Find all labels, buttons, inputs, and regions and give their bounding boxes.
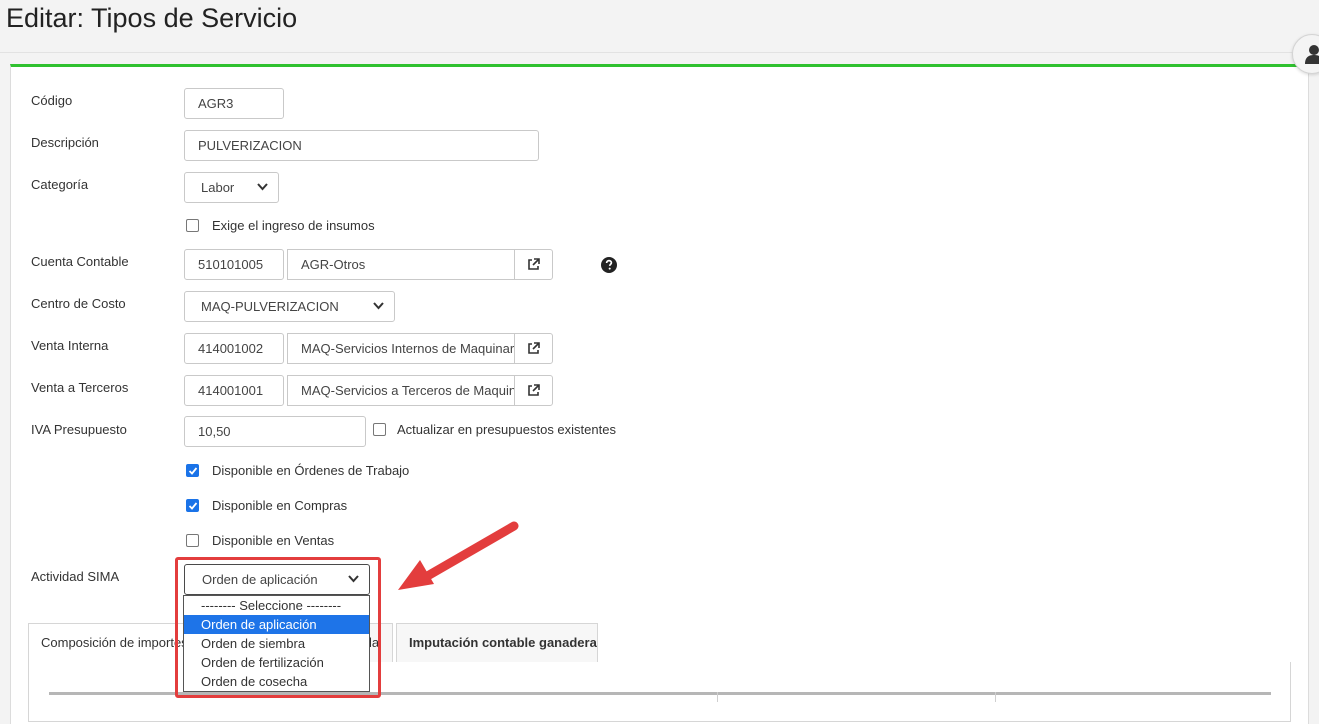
annotation-highlight-box: [175, 557, 381, 698]
cuenta-contable-open-button[interactable]: [514, 249, 553, 280]
checkbox-box[interactable]: [186, 534, 199, 547]
chevron-down-icon: [373, 302, 384, 310]
venta-terceros-code-input[interactable]: 414001001: [184, 375, 284, 406]
categoria-label: Categoría: [31, 177, 89, 192]
cuenta-contable-name-input[interactable]: AGR-Otros: [287, 249, 515, 280]
external-link-icon: [528, 258, 540, 270]
checkbox-box[interactable]: [186, 219, 199, 232]
cuenta-contable-code-input[interactable]: 510101005: [184, 249, 284, 280]
iva-presupuesto-label: IVA Presupuesto: [31, 422, 127, 437]
disponible-compras-label: Disponible en Compras: [212, 498, 348, 513]
centro-costo-select[interactable]: MAQ-PULVERIZACION: [184, 291, 395, 322]
disponible-ordenes-label: Disponible en Órdenes de Trabajo: [212, 463, 410, 478]
centro-costo-label: Centro de Costo: [31, 296, 126, 311]
venta-terceros-open-button[interactable]: [514, 375, 553, 406]
disponible-ventas-label: Disponible en Ventas: [212, 533, 335, 548]
descripcion-label: Descripción: [31, 135, 99, 150]
venta-interna-code-input[interactable]: 414001002: [184, 333, 284, 364]
page-title: Editar: Tipos de Servicio: [6, 3, 298, 33]
venta-interna-label: Venta Interna: [31, 338, 109, 353]
header-divider: [0, 52, 1319, 53]
actualizar-presupuestos-label: Actualizar en presupuestos existentes: [397, 422, 616, 437]
checkbox-box[interactable]: [186, 464, 199, 477]
table-column-divider: [995, 692, 996, 702]
centro-costo-value: MAQ-PULVERIZACION: [201, 299, 339, 314]
actividad-sima-label: Actividad SIMA: [31, 569, 120, 584]
venta-terceros-label: Venta a Terceros: [31, 380, 129, 395]
venta-interna-open-button[interactable]: [514, 333, 553, 364]
table-column-divider: [717, 692, 718, 702]
exige-insumos-label: Exige el ingreso de insumos: [212, 218, 375, 233]
checkbox-box[interactable]: [186, 499, 199, 512]
venta-terceros-name-input[interactable]: MAQ-Servicios a Terceros de Maquinaria: [287, 375, 515, 406]
descripcion-input[interactable]: PULVERIZACION: [184, 130, 539, 161]
question-circle-icon[interactable]: [601, 257, 617, 273]
iva-presupuesto-input[interactable]: 10,50: [184, 416, 366, 447]
codigo-input[interactable]: AGR3: [184, 88, 284, 119]
user-circle-icon: [1305, 45, 1319, 64]
check-icon: [188, 502, 198, 510]
external-link-icon: [528, 384, 540, 396]
categoria-value: Labor: [201, 180, 235, 195]
categoria-select[interactable]: Labor: [184, 172, 279, 203]
codigo-label: Código: [31, 93, 73, 108]
venta-interna-name-input[interactable]: MAQ-Servicios Internos de Maquinaria: [287, 333, 515, 364]
tab-imputacion-contable-ganadera[interactable]: Imputación contable ganadera: [396, 623, 598, 662]
external-link-icon: [528, 342, 540, 354]
annotation-arrow-icon: [398, 521, 519, 590]
cuenta-contable-label: Cuenta Contable: [31, 254, 129, 269]
chevron-down-icon: [257, 183, 268, 191]
check-icon: [188, 467, 198, 475]
tab-composicion-importes[interactable]: Composición de importes: [28, 623, 188, 662]
checkbox-box[interactable]: [373, 423, 386, 436]
